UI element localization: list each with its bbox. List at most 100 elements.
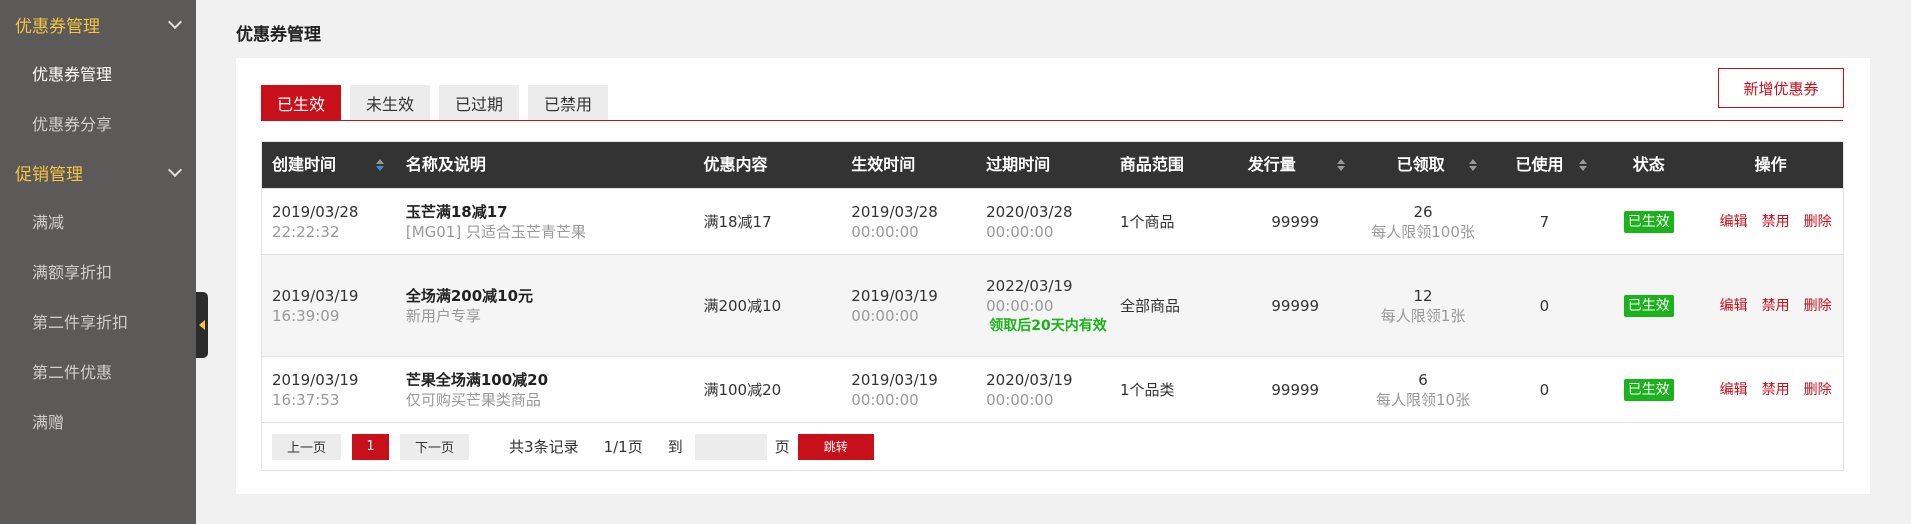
cell-created: 2019/03/28 22:22:32: [262, 202, 396, 242]
cell-created: 2019/03/19 16:39:09: [262, 286, 396, 326]
delete-link[interactable]: 删除: [1804, 296, 1832, 316]
sidebar-item-second-discount[interactable]: 第二件享折扣: [0, 296, 196, 346]
sidebar-item-label: 第二件优惠: [32, 363, 113, 382]
table-header: 创建时间 名称及说明 优惠内容 生效时间 过期时间 商品范围 发行量 已领取 已…: [262, 142, 1843, 188]
header-name: 名称及说明: [405, 155, 486, 174]
created-time: 22:22:32: [272, 222, 340, 241]
delete-link[interactable]: 删除: [1804, 212, 1832, 232]
sidebar-group-promotion[interactable]: 促销管理: [0, 148, 196, 196]
claim-limit: 每人限领1张: [1380, 306, 1466, 325]
header-label: 已领取: [1396, 155, 1445, 174]
start-date: 2019/03/19: [851, 286, 938, 305]
start-date: 2019/03/28: [851, 202, 938, 221]
cell-start: 2019/03/19 00:00:00: [841, 286, 976, 326]
sidebar-item-label: 满赠: [32, 413, 65, 432]
page-number-current[interactable]: 1: [352, 433, 390, 460]
cell-actions: 编辑 禁用 删除: [1698, 296, 1843, 316]
page-count: 1/1页: [603, 438, 643, 456]
cell-end: 2020/03/19 00:00:00: [976, 370, 1110, 410]
sidebar-item-label: 第二件享折扣: [32, 313, 129, 332]
cell-actions: 编辑 禁用 删除: [1698, 380, 1843, 400]
sidebar-collapse-toggle[interactable]: [196, 292, 208, 358]
sidebar-item-full-discount[interactable]: 满额享折扣: [0, 246, 196, 296]
delete-link[interactable]: 删除: [1804, 380, 1832, 400]
sidebar-item-coupon-manage[interactable]: 优惠券管理: [0, 48, 196, 98]
header-used[interactable]: 已使用: [1489, 155, 1599, 175]
header-status: 状态: [1632, 155, 1665, 174]
sidebar-item-gift[interactable]: 满赠: [0, 396, 196, 446]
table-row: 2019/03/28 22:22:32 玉芒满18减17 [MG01] 只适合玉…: [262, 188, 1843, 254]
sidebar-item-label: 满额享折扣: [32, 263, 113, 282]
coupon-name: 芒果全场满100减20: [405, 370, 549, 389]
validity-note: 领取后20天内有效: [989, 317, 1107, 334]
sidebar-item-second-offer[interactable]: 第二件优惠: [0, 346, 196, 396]
tab-active[interactable]: 已生效: [261, 85, 342, 121]
sort-icon: [1579, 159, 1588, 171]
cell-scope: 全部商品: [1119, 296, 1180, 315]
add-coupon-button[interactable]: 新增优惠券: [1718, 68, 1844, 108]
disable-link[interactable]: 禁用: [1762, 380, 1790, 400]
tab-inactive[interactable]: 未生效: [350, 85, 431, 121]
header-created-time[interactable]: 创建时间: [262, 155, 396, 175]
cell-end: 2022/03/19 00:00:00 领取后20天内有效: [976, 276, 1110, 336]
disable-link[interactable]: 禁用: [1762, 296, 1790, 316]
tab-disabled[interactable]: 已禁用: [528, 85, 609, 121]
claimed-count: 26: [1413, 202, 1433, 221]
chevron-down-icon: [167, 162, 183, 177]
sort-icon: [1469, 159, 1478, 171]
cell-name: 全场满200减10元 新用户专享: [396, 286, 694, 326]
coupon-name: 全场满200减10元: [405, 286, 534, 305]
cell-used: 0: [1539, 380, 1550, 399]
cell-used: 7: [1539, 212, 1550, 231]
start-time: 00:00:00: [851, 306, 919, 325]
cell-start: 2019/03/19 00:00:00: [841, 370, 976, 410]
next-page-button[interactable]: 下一页: [400, 433, 470, 460]
end-date: 2020/03/28: [986, 202, 1073, 221]
header-scope: 商品范围: [1119, 155, 1184, 174]
header-claimed[interactable]: 已领取: [1357, 155, 1490, 175]
chevron-down-icon: [167, 14, 183, 29]
end-time: 00:00:00: [986, 390, 1054, 409]
header-label: 已使用: [1515, 155, 1564, 174]
sidebar-item-full-reduction[interactable]: 满减: [0, 196, 196, 246]
created-time: 16:37:53: [272, 390, 340, 409]
prev-page-button[interactable]: 上一页: [272, 433, 342, 460]
end-time: 00:00:00: [986, 222, 1054, 241]
cell-scope: 1个品类: [1119, 380, 1175, 399]
sidebar-group-label: 优惠券管理: [15, 16, 100, 37]
content-card: 已生效 未生效 已过期 已禁用 新增优惠券 创建时间 名称及说明 优惠内容 生效…: [236, 58, 1870, 494]
cell-issued: 99999: [1271, 212, 1320, 231]
goto-page-input[interactable]: [694, 433, 767, 460]
edit-link[interactable]: 编辑: [1720, 296, 1748, 316]
cell-discount: 满200减10: [703, 296, 782, 315]
sidebar-item-label: 优惠券管理: [32, 65, 113, 84]
cell-name: 玉芒满18减17 [MG01] 只适合玉芒青芒果: [396, 202, 694, 242]
created-date: 2019/03/28: [272, 202, 359, 221]
cell-status: 已生效: [1599, 294, 1698, 317]
edit-link[interactable]: 编辑: [1720, 212, 1748, 232]
jump-button[interactable]: 跳转: [797, 433, 874, 460]
sort-icon: [375, 159, 384, 171]
sidebar-item-label: 优惠券分享: [32, 115, 113, 134]
edit-link[interactable]: 编辑: [1720, 380, 1748, 400]
pagination: 上一页 1 下一页 共3条记录 1/1页 到 页 跳转: [262, 422, 1843, 470]
claimed-count: 6: [1418, 370, 1428, 389]
cell-created: 2019/03/19 16:37:53: [262, 370, 396, 410]
disable-link[interactable]: 禁用: [1762, 212, 1790, 232]
created-date: 2019/03/19: [272, 370, 359, 389]
sidebar-group-coupon[interactable]: 优惠券管理: [0, 0, 196, 48]
tabs-underline: [261, 120, 1843, 121]
table-row: 2019/03/19 16:37:53 芒果全场满100减20 仅可购买芒果类商…: [262, 356, 1843, 422]
cell-name: 芒果全场满100减20 仅可购买芒果类商品: [396, 370, 694, 410]
status-badge: 已生效: [1623, 378, 1674, 401]
cell-scope: 1个商品: [1119, 212, 1175, 231]
cell-claimed: 26 每人限领100张: [1357, 202, 1490, 242]
tab-expired[interactable]: 已过期: [439, 85, 520, 121]
claim-limit: 每人限领100张: [1371, 222, 1475, 241]
start-time: 00:00:00: [851, 390, 919, 409]
page-title: 优惠券管理: [236, 25, 321, 45]
sidebar-item-coupon-share[interactable]: 优惠券分享: [0, 98, 196, 148]
header-start-time: 生效时间: [851, 155, 916, 174]
sort-icon: [1336, 159, 1345, 171]
header-issued[interactable]: 发行量: [1234, 155, 1357, 175]
